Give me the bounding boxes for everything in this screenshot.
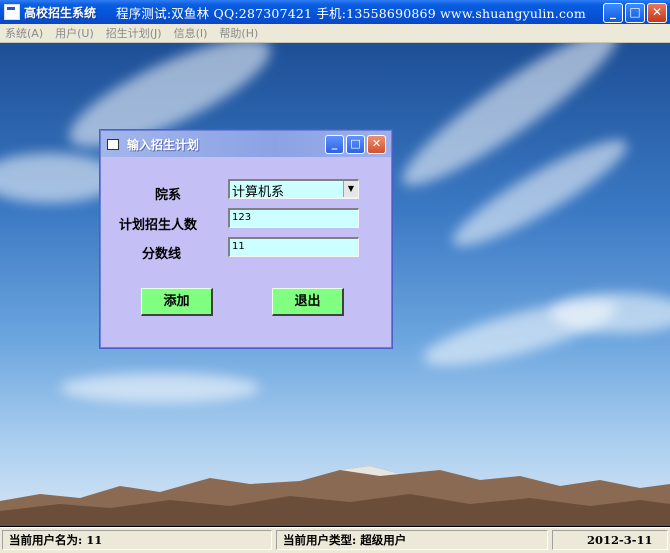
mountains (0, 466, 670, 526)
menu-help[interactable]: 帮助(H) (214, 25, 265, 41)
window-title: 高校招生系统 (24, 5, 97, 20)
dialog-close-button[interactable]: ✕ (367, 135, 386, 154)
exit-button[interactable]: 退出 (272, 288, 344, 316)
plan-count-value: 123 (232, 212, 252, 223)
dialog-minimize-button[interactable]: _ (325, 135, 344, 154)
close-button[interactable]: ✕ (647, 3, 667, 23)
add-button[interactable]: 添加 (141, 288, 213, 316)
dialog-maximize-button[interactable]: □ (346, 135, 365, 154)
window-controls: _ □ ✕ (603, 3, 667, 23)
menu-user[interactable]: 用户(U) (50, 25, 101, 41)
enrollment-plan-dialog: 输入招生计划 _ □ ✕ 院系 计算机系 ▼ 计划招生人数 123 分数线 11… (100, 130, 392, 348)
dropdown-arrow-icon[interactable]: ▼ (343, 181, 358, 197)
score-value: 11 (232, 241, 245, 252)
department-value: 计算机系 (232, 185, 285, 200)
dialog-icon (107, 138, 119, 150)
status-date: 2012-3-11 (552, 530, 668, 550)
dialog-title: 输入招生计划 (127, 137, 200, 152)
minimize-button[interactable]: _ (603, 3, 623, 23)
menu-bar: 系统(A) 用户(U) 招生计划(J) 信息(I) 帮助(H) (0, 24, 670, 43)
window-banner: 程序测试:双鱼林 QQ:287307421 手机:13558690869 www… (116, 5, 586, 21)
status-bar: 当前用户名为: 11 当前用户类型: 超级用户 2012-3-11 (0, 527, 670, 553)
title-bar: 高校招生系统 程序测试:双鱼林 QQ:287307421 手机:13558690… (0, 0, 670, 24)
dialog-title-bar: 输入招生计划 _ □ ✕ (101, 131, 391, 157)
score-input[interactable]: 11 (228, 237, 359, 257)
app-icon (4, 4, 20, 20)
plan-count-input[interactable]: 123 (228, 208, 359, 228)
cloud (60, 373, 260, 403)
menu-info[interactable]: 信息(I) (169, 25, 215, 41)
status-user-type: 当前用户类型: 超级用户 (276, 530, 548, 550)
score-label: 分数线 (142, 247, 182, 262)
department-select[interactable]: 计算机系 ▼ (228, 179, 359, 200)
status-user-name: 当前用户名为: 11 (2, 530, 272, 550)
dialog-controls: _ □ ✕ (325, 135, 386, 154)
maximize-button[interactable]: □ (625, 3, 645, 23)
menu-system[interactable]: 系统(A) (0, 25, 50, 41)
department-label: 院系 (155, 188, 182, 203)
plan-count-label: 计划招生人数 (119, 218, 198, 233)
menu-enrollment-plan[interactable]: 招生计划(J) (101, 25, 169, 41)
